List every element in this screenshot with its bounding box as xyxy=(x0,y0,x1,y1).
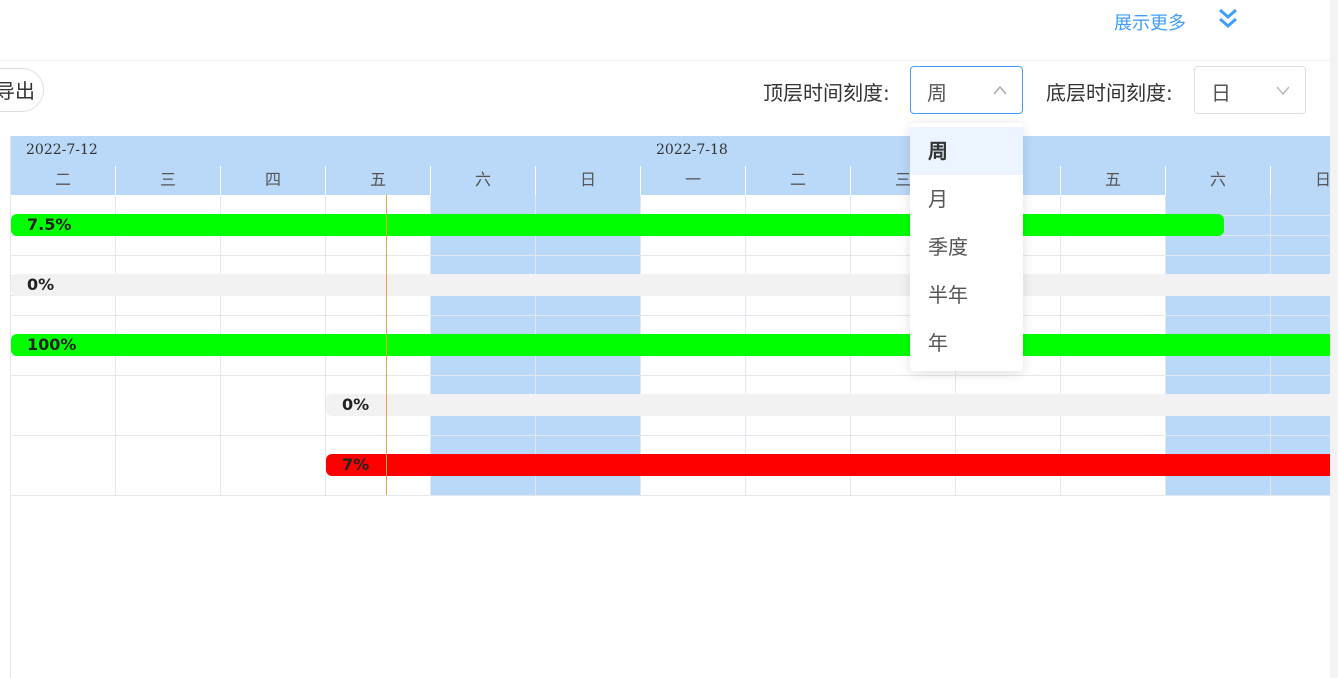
day-cell: 二 xyxy=(746,166,851,195)
task-progress-label: 0% xyxy=(27,275,55,294)
task-progress-label: 7.5% xyxy=(27,215,72,234)
task-progress-label: 7% xyxy=(342,455,370,474)
bottom-scale-select[interactable]: 日 xyxy=(1194,66,1306,114)
bottom-scale-value: 日 xyxy=(1211,81,1231,105)
day-cell: 五 xyxy=(1061,166,1166,195)
task-bar[interactable]: 0% xyxy=(326,394,1331,416)
dropdown-option-week[interactable]: 周 xyxy=(910,127,1023,175)
top-scale-dropdown: 周 月 季度 半年 年 xyxy=(910,123,1023,371)
day-cell: 日 xyxy=(1271,166,1331,195)
dropdown-option-half-year[interactable]: 半年 xyxy=(910,271,1023,319)
vertical-scrollbar[interactable] xyxy=(1330,0,1338,678)
day-cell: 六 xyxy=(1166,166,1271,195)
day-cell: 日 xyxy=(536,166,641,195)
day-cell: 二 xyxy=(11,166,116,195)
top-scale-label: 顶层时间刻度: xyxy=(763,81,890,105)
chevron-up-icon xyxy=(993,85,1007,95)
week-date: 2022-7-12 xyxy=(26,142,98,158)
export-button[interactable]: 导出 xyxy=(0,68,44,112)
week-date: 2022-7-18 xyxy=(656,142,728,158)
dropdown-option-quarter[interactable]: 季度 xyxy=(910,223,1023,271)
task-progress-label: 100% xyxy=(27,335,77,354)
top-scale-value: 周 xyxy=(927,81,947,105)
grid-row-line xyxy=(11,435,1331,436)
dropdown-option-month[interactable]: 月 xyxy=(910,175,1023,223)
grid-row-line xyxy=(11,255,1331,256)
show-more-link[interactable]: 展示更多 xyxy=(1114,9,1186,35)
day-cell: 六 xyxy=(431,166,536,195)
task-bar[interactable]: 0% xyxy=(11,274,1331,296)
grid-row-line xyxy=(11,375,1331,376)
dropdown-option-year[interactable]: 年 xyxy=(910,319,1023,367)
double-chevron-down-icon[interactable] xyxy=(1215,6,1241,32)
task-progress-label: 0% xyxy=(342,395,370,414)
grid-row-line xyxy=(11,315,1331,316)
task-bar[interactable]: 7.5% xyxy=(11,214,1224,236)
bottom-scale-label: 底层时间刻度: xyxy=(1046,81,1173,105)
gantt-chart: 2022-7-12 2022-7-18 二 三 四 五 六 日 一 二 三 四 … xyxy=(10,136,1331,678)
chevron-down-icon xyxy=(1276,86,1290,96)
today-marker xyxy=(386,195,387,495)
day-cell: 一 xyxy=(641,166,746,195)
task-bar[interactable]: 100% xyxy=(11,334,1331,356)
day-header: 二 三 四 五 六 日 一 二 三 四 五 六 日 xyxy=(11,166,1331,195)
task-bar[interactable]: 7% xyxy=(326,454,1331,476)
top-bar: 展示更多 xyxy=(0,0,1330,61)
day-cell: 四 xyxy=(221,166,326,195)
day-cell: 三 xyxy=(116,166,221,195)
day-cell: 五 xyxy=(326,166,431,195)
grid-row-line xyxy=(11,495,1331,496)
top-scale-select[interactable]: 周 xyxy=(910,66,1023,114)
week-header: 2022-7-12 2022-7-18 xyxy=(11,136,1331,166)
